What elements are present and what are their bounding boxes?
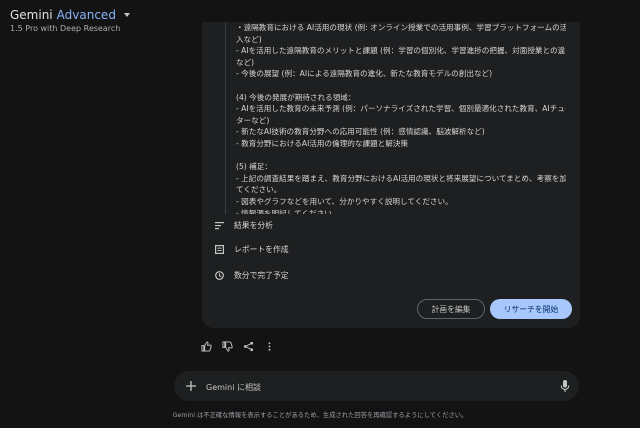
disclaimer: Gemini は不正確な情報を表示することがあるため、生成された回答を再確認する… [172, 412, 468, 419]
plan-line: (4) 今後の発展が期待される領域： [236, 92, 356, 102]
plan-line: (5) 補足： [236, 162, 272, 172]
model-switcher[interactable]: Gemini Advanced [10, 7, 130, 23]
brand-name: Gemini [10, 8, 53, 22]
microphone-icon[interactable] [560, 379, 570, 393]
step-label: 結果を分析 [234, 221, 273, 230]
share-icon[interactable] [242, 340, 254, 352]
plan-line: 入など) [236, 34, 262, 44]
plan-line: ターなど) [236, 115, 270, 125]
plan-line: - 上記の調査結果を踏まえ、教育分野におけるAI活用の現状と将来展望についてまと… [236, 173, 566, 183]
plan-line: - 教育分野におけるAI活用の倫理的な課題と解決策 [236, 138, 409, 148]
plan-line: - AIを活用した遠隔教育のメリットと課題 (例：学習の個別化、学習進捗の把握、… [236, 46, 566, 56]
prompt-input[interactable] [204, 377, 548, 397]
brand-tier: Advanced [56, 8, 116, 22]
research-plan-text: ・遠隔教育における AI活用の現状 (例: オンライン授業での活用事例、学習プラ… [225, 22, 566, 214]
plan-line: など) [236, 57, 255, 67]
plan-line: - 新たなAI技術の教育分野への応用可能性 (例：感情認識、脳波解析など) [236, 127, 485, 137]
research-plan-card: ・遠隔教育における AI活用の現状 (例: オンライン授業での活用事例、学習プラ… [202, 22, 580, 328]
plan-blank-line [236, 150, 566, 162]
plan-blank-line [236, 80, 566, 92]
thumbs-down-icon[interactable] [221, 340, 233, 352]
step-label: 数分で完了予定 [234, 271, 289, 280]
clock-icon [215, 271, 224, 280]
step-create-report: レポートを作成 [215, 244, 289, 255]
analyze-results-icon [215, 222, 224, 230]
model-name: 1.5 Pro with Deep Research [10, 24, 121, 33]
step-time-estimate: 数分で完了予定 [215, 270, 289, 281]
thumbs-up-icon[interactable] [200, 340, 212, 352]
start-research-button[interactable]: リサーチを開始 [490, 299, 572, 319]
dropdown-caret-icon[interactable] [123, 13, 130, 17]
plan-line: てください。 [236, 185, 282, 195]
edit-plan-button[interactable]: 計画を編集 [417, 299, 485, 319]
plan-line: - 図表やグラフなどを用いて、分かりやすく説明してください。 [236, 196, 453, 206]
prompt-bar [174, 371, 579, 401]
plus-icon[interactable] [184, 379, 198, 393]
step-label: レポートを作成 [234, 245, 289, 254]
more-options-icon[interactable] [263, 340, 275, 352]
response-actions [200, 340, 275, 352]
plan-line: - AIを活用した教育の未来予測 (例：パーソナライズされた学習、個別最適化され… [236, 104, 566, 114]
plan-line: - 情報源を明記してください。 [236, 208, 340, 215]
plan-line: - 今後の展望 (例：AIによる遠隔教育の進化、新たな教育モデルの創出など) [236, 69, 493, 79]
step-analyze-results: 結果を分析 [215, 220, 273, 231]
report-icon [215, 245, 224, 254]
app-header: Gemini Advanced 1.5 Pro with Deep Resear… [10, 7, 130, 33]
plan-line: ・遠隔教育における AI活用の現状 (例: オンライン授業での活用事例、学習プラ… [236, 23, 566, 32]
